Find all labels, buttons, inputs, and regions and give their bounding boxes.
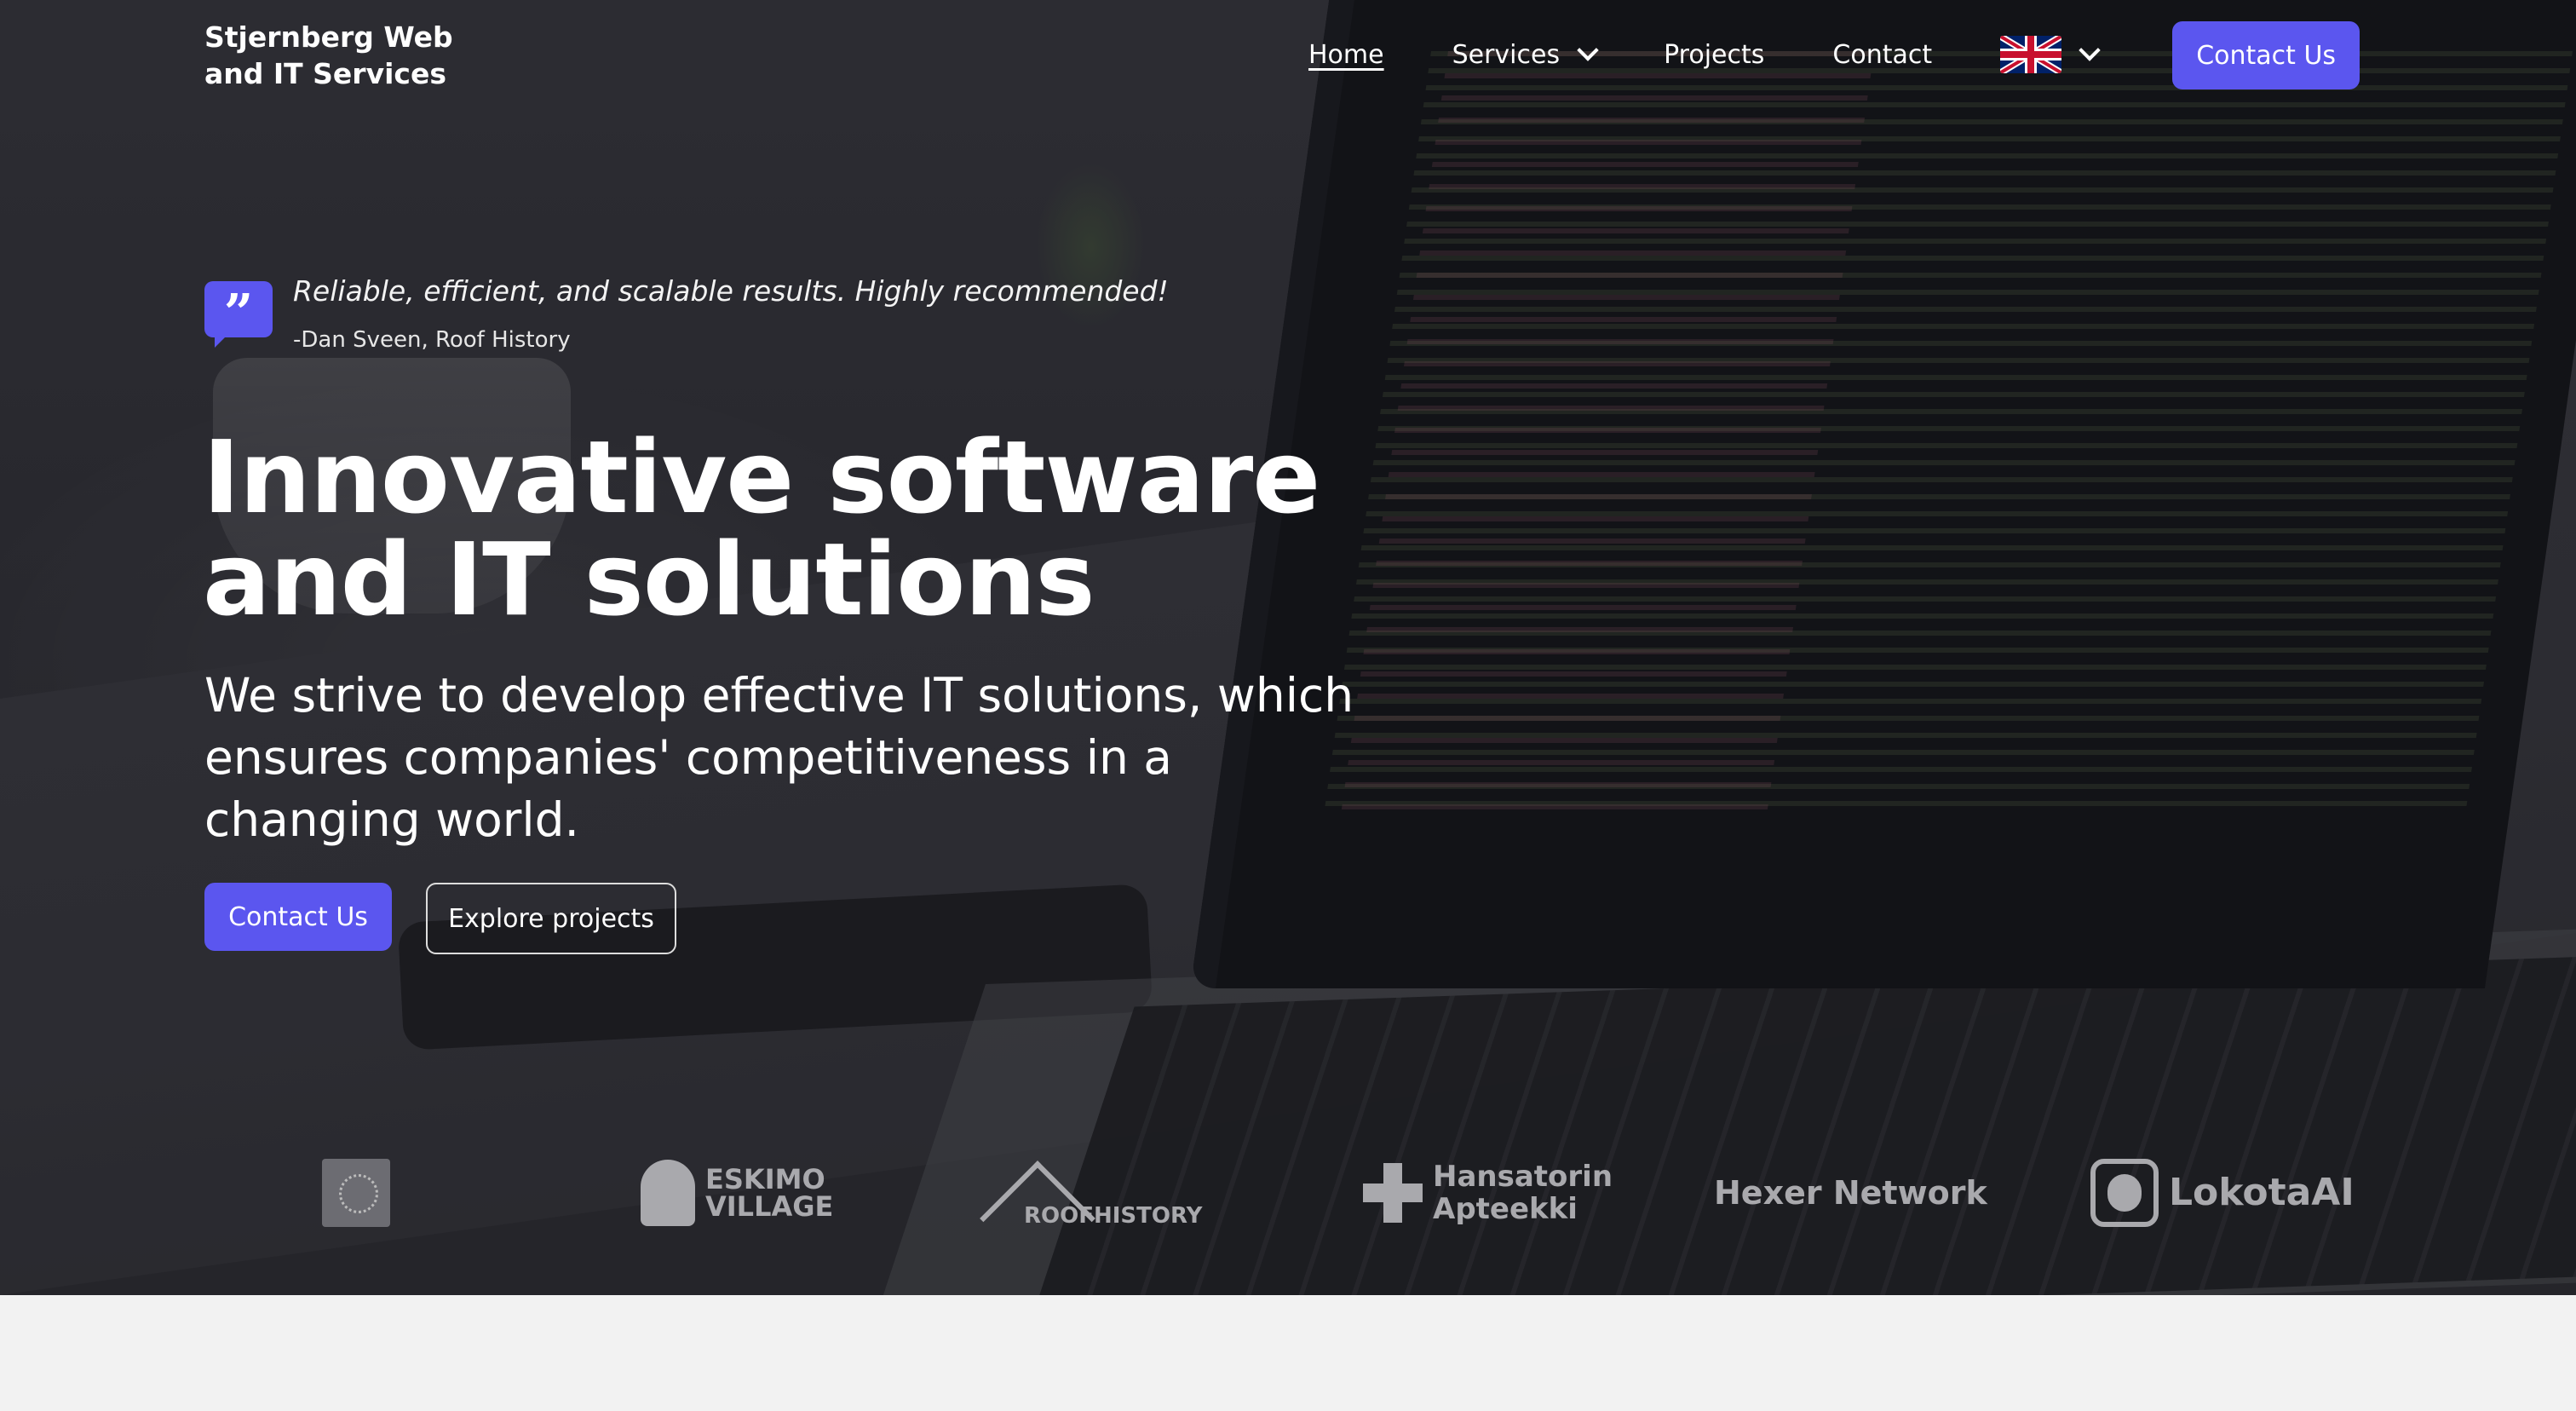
nav-services-label: Services (1452, 39, 1561, 70)
nav-contact[interactable]: Contact (1832, 40, 1932, 70)
page-title: Innovative software and IT solutions (203, 418, 1320, 638)
client-logo-hansatorin: Hansatorin Apteekki (1363, 1142, 1613, 1244)
client-logo-lokota-text: LokotaAI (2169, 1171, 2355, 1214)
roof-icon (988, 1159, 1107, 1227)
client-logo-emblem (322, 1142, 390, 1244)
lokota-icon (2090, 1159, 2159, 1227)
astronaut-icon (641, 1160, 695, 1226)
uk-flag-icon (2000, 36, 2062, 73)
client-logo-roofhistory: ROOFHISTORY (988, 1142, 1202, 1244)
client-logo-hansatorin-text: Hansatorin Apteekki (1433, 1160, 1613, 1226)
language-selector[interactable] (2000, 36, 2101, 73)
cross-icon (1363, 1163, 1423, 1223)
quote-icon: ” (204, 281, 273, 348)
client-logo-hexer: Hexer Network (1714, 1142, 1987, 1244)
main-nav: Home Services Projects Contact Contact U… (1308, 21, 2360, 89)
explore-projects-button[interactable]: Explore projects (426, 883, 676, 954)
next-section (0, 1295, 2576, 1411)
nav-home[interactable]: Home (1308, 40, 1384, 70)
background-overlay (0, 0, 2576, 1295)
hero-contact-button[interactable]: Contact Us (204, 883, 392, 951)
emblem-icon (322, 1159, 390, 1227)
client-logo-lokota: LokotaAI (2090, 1142, 2355, 1244)
hero-section: Stjernberg Web and IT Services Home Serv… (0, 0, 2576, 1295)
testimonial-text: Reliable, efficient, and scalable result… (293, 274, 1169, 308)
testimonial-author: -Dan Sveen, Roof History (293, 327, 571, 353)
client-logo-hexer-text: Hexer Network (1714, 1174, 1987, 1212)
nav-services[interactable]: Services (1452, 39, 1599, 70)
header-contact-button[interactable]: Contact Us (2172, 21, 2360, 89)
hero-subtitle: We strive to develop effective IT soluti… (204, 668, 1354, 847)
chevron-down-icon (1577, 39, 1599, 61)
client-logos: ESKIMO VILLAGE ROOFHISTORY Hansatorin Ap… (0, 1142, 2576, 1244)
client-logo-eskimo: ESKIMO VILLAGE (641, 1142, 833, 1244)
client-logo-eskimo-text: ESKIMO VILLAGE (705, 1163, 834, 1223)
chevron-down-icon (2079, 39, 2101, 61)
brand-logo[interactable]: Stjernberg Web and IT Services (204, 19, 460, 92)
nav-projects[interactable]: Projects (1664, 40, 1764, 70)
